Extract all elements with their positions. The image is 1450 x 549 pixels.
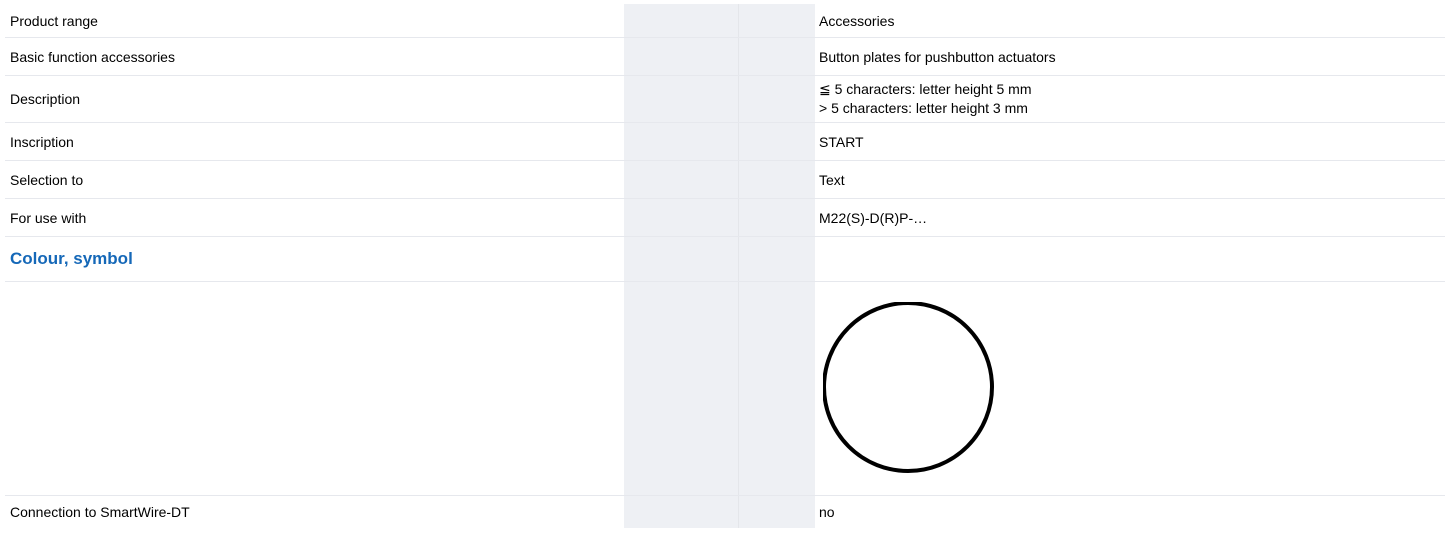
colour-symbol-heading: Colour, symbol: [10, 249, 133, 268]
selection-to-label: Selection to: [10, 171, 84, 188]
section-heading: Colour, symbol: [5, 237, 624, 281]
shaded-column: [624, 38, 739, 75]
shaded-column: [739, 38, 815, 75]
row-selection-to: Selection to Text: [5, 161, 1445, 199]
inscription-label: Inscription: [10, 133, 74, 150]
product-range-value: Accessories: [819, 12, 895, 29]
circle-outline-icon: [823, 302, 994, 473]
row-colour-symbol: [5, 282, 1445, 496]
shaded-column: [739, 282, 815, 495]
selection-to-value: Text: [819, 171, 845, 188]
colour-symbol-value: [815, 282, 1445, 495]
row-smartwire: Connection to SmartWire-DT no: [5, 496, 1445, 528]
basic-function-value: Button plates for pushbutton actuators: [819, 48, 1056, 65]
row-basic-function: Basic function accessories Button plates…: [5, 38, 1445, 76]
shaded-column: [739, 4, 815, 37]
description-line-2: > 5 characters: letter height 3 mm: [819, 100, 1028, 116]
shaded-column: [624, 4, 739, 37]
row-for-use-with: For use with M22(S)-D(R)P-…: [5, 199, 1445, 237]
smartwire-value: no: [819, 504, 835, 520]
row-colour-symbol-heading: Colour, symbol: [5, 237, 1445, 282]
for-use-with-label: For use with: [10, 209, 87, 226]
product-range-label: Product range: [10, 12, 98, 29]
shaded-column: [739, 237, 815, 281]
shaded-column: [624, 161, 739, 198]
shaded-column: [739, 161, 815, 198]
shaded-column: [624, 199, 739, 236]
colour-symbol-heading-value: [815, 237, 1445, 281]
description-line-1: ≦ 5 characters: letter height 5 mm: [819, 81, 1032, 97]
inscription-value: START: [819, 133, 864, 150]
description-value: ≦ 5 characters: letter height 5 mm > 5 c…: [815, 76, 1445, 122]
shaded-column: [624, 76, 739, 122]
shaded-column: [739, 496, 815, 528]
shaded-column: [624, 282, 739, 495]
product-attributes-table: Product range Accessories Basic function…: [5, 4, 1445, 528]
row-description: Description ≦ 5 characters: letter heigh…: [5, 76, 1445, 123]
basic-function-label: Basic function accessories: [10, 48, 175, 65]
shaded-column: [739, 76, 815, 122]
colour-symbol-label: [5, 282, 624, 495]
row-product-range: Product range Accessories: [5, 4, 1445, 38]
shaded-column: [739, 123, 815, 160]
for-use-with-value: M22(S)-D(R)P-…: [819, 209, 928, 226]
row-inscription: Inscription START: [5, 123, 1445, 161]
shaded-column: [739, 199, 815, 236]
description-label: Description: [10, 91, 81, 107]
shaded-column: [624, 237, 739, 281]
smartwire-label: Connection to SmartWire-DT: [10, 504, 190, 520]
shaded-column: [624, 496, 739, 528]
shaded-column: [624, 123, 739, 160]
